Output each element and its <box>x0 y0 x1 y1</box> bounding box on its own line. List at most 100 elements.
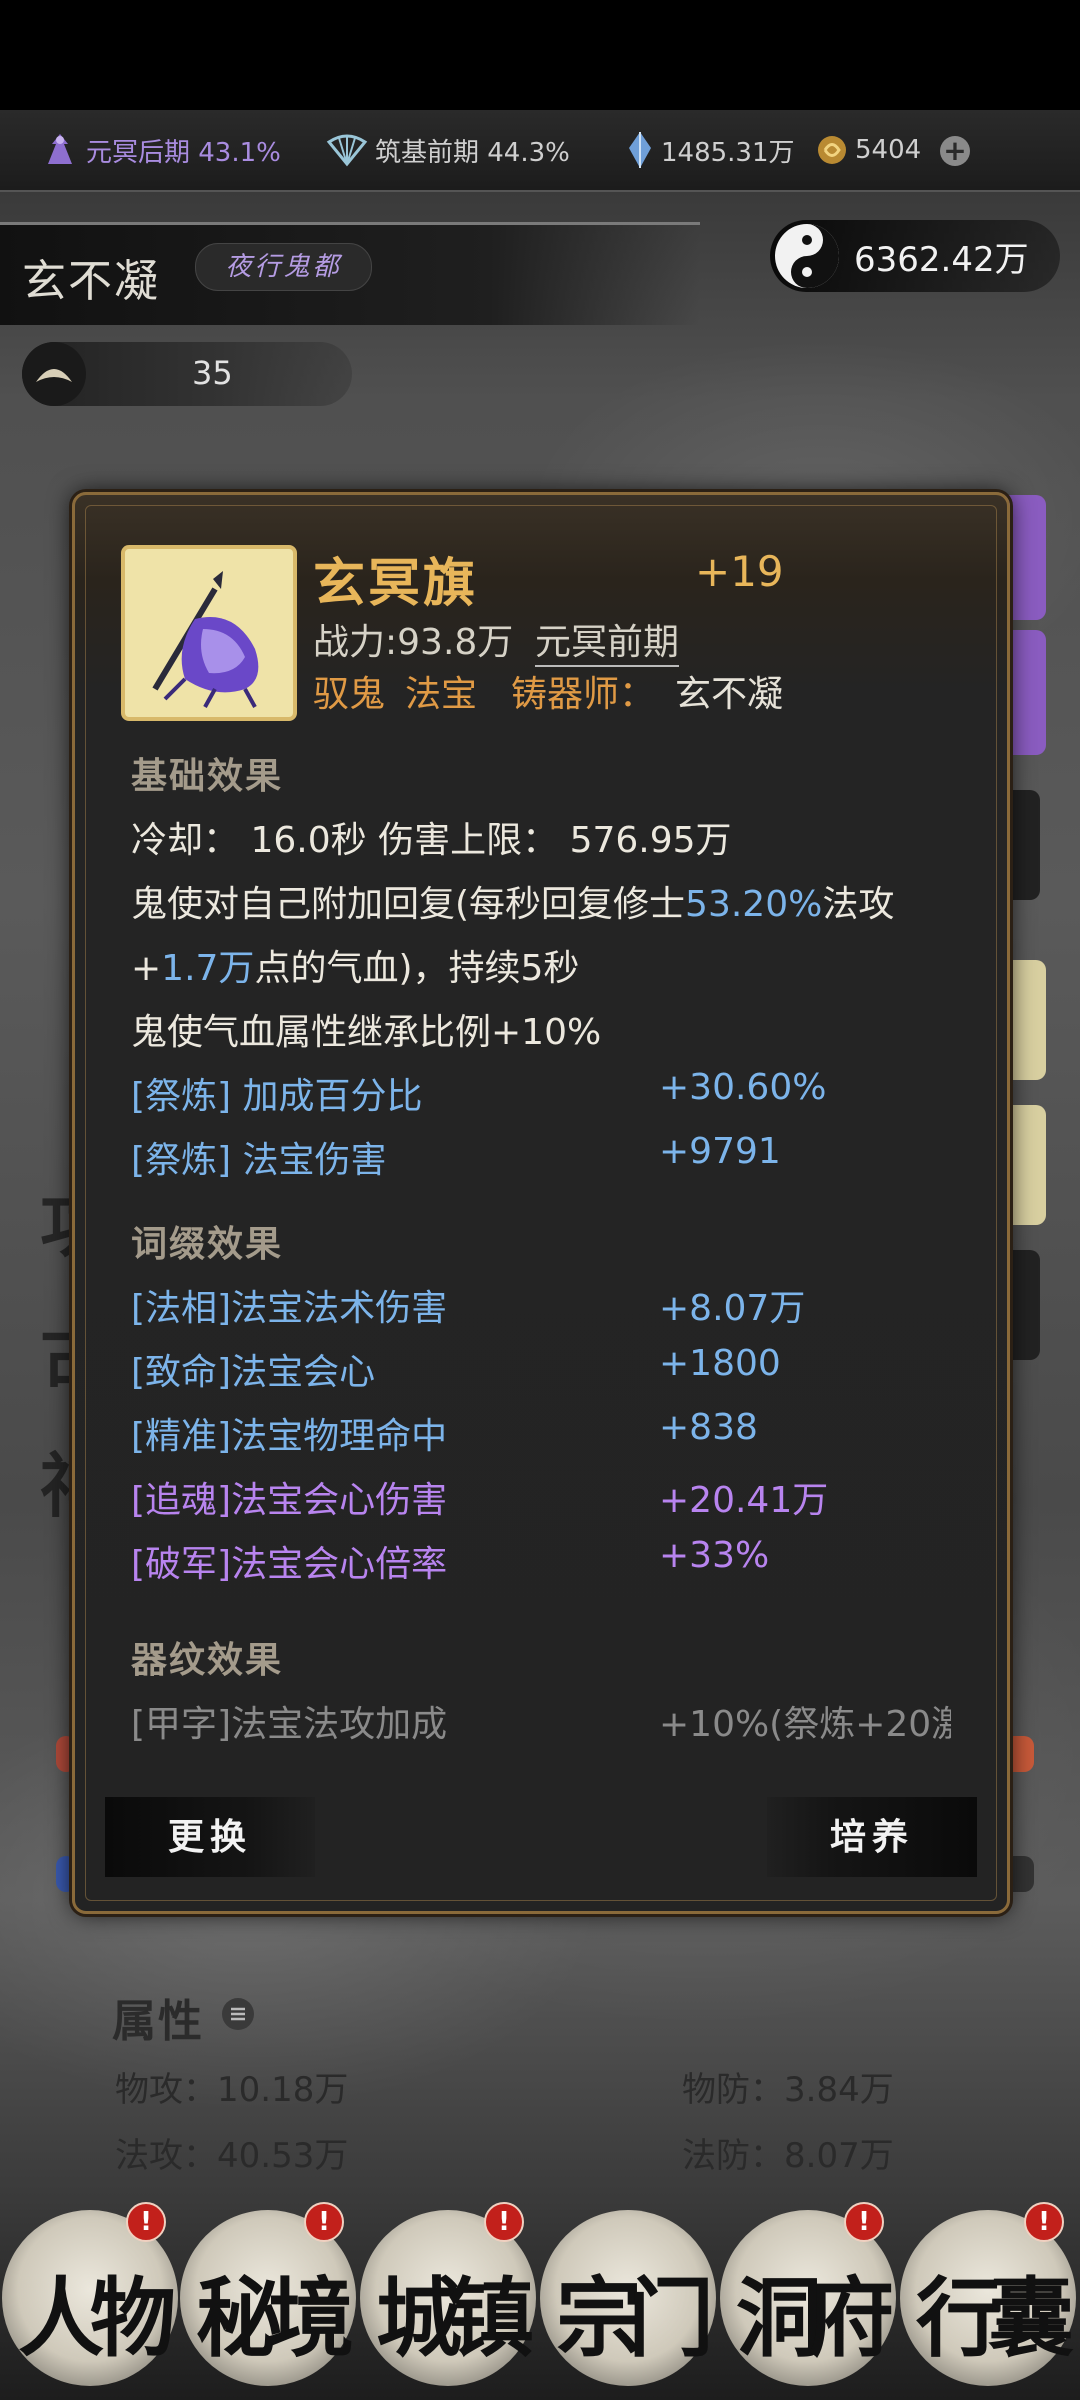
nav-label: 人物 <box>18 2268 176 2369</box>
affix-row: [致命]法宝会心 <box>131 1343 375 1395</box>
heal-desc-text: 法攻 <box>822 884 895 925</box>
pattern-effects-title: 器纹效果 <box>131 1640 284 1681</box>
bottom-navigation: 人物 ! 秘境 ! 城镇 ! 宗门 洞府 ! 行囊 ! <box>0 2200 1080 2400</box>
pattern-row: [甲字]法宝法攻加成 <box>131 1695 447 1747</box>
pattern-name: 法宝法攻加成 <box>231 1704 448 1745</box>
level-bar[interactable]: 35 <box>22 342 352 406</box>
notification-badge: ! <box>1024 2202 1064 2242</box>
item-name: 玄冥旗 <box>313 554 479 614</box>
pattern-tag: [甲字] <box>131 1704 232 1745</box>
character-name-strip: 玄不凝 夜行鬼都 <box>0 222 700 325</box>
affix-row: [追魂]法宝会心伤害 <box>131 1471 447 1523</box>
nav-secret-realm[interactable]: 秘境 ! <box>180 2202 356 2386</box>
heal-desc-text: + <box>131 948 162 989</box>
base-effects-title: 基础效果 <box>131 756 284 797</box>
cooldown-line: 冷却： 16.0秒 伤害上限： 576.95万 <box>131 811 732 863</box>
heal-desc-text: 鬼使对自己附加回复(每秒回复修士 <box>131 884 686 925</box>
foundation-realm-stat[interactable]: 筑基前期 44.3% <box>325 110 570 190</box>
affix-row: [法相]法宝法术伤害 <box>131 1279 447 1331</box>
refine-name: 法宝伤害 <box>242 1140 387 1181</box>
nav-label: 城镇 <box>376 2268 534 2369</box>
banner-icon <box>152 571 259 708</box>
level-value: 35 <box>192 354 233 392</box>
yin-yang-icon <box>775 224 839 288</box>
affix-tag: [致命] <box>131 1352 232 1393</box>
affix-tag: [破军] <box>131 1544 232 1585</box>
affix-row: [破军]法宝会心倍率 <box>131 1535 447 1587</box>
affix-name: 法宝法术伤害 <box>231 1288 448 1329</box>
add-currency-button[interactable]: + <box>940 136 970 166</box>
smith-name: 玄不凝 <box>675 674 784 715</box>
magic-attack: 法攻：40.53万 <box>115 2136 349 2176</box>
damage-cap-value: 576.95万 <box>569 820 732 861</box>
refine-row: [祭炼] 加成百分比 <box>131 1067 423 1119</box>
nav-label: 秘境 <box>196 2268 354 2369</box>
yin-yang-currency[interactable]: 6362.42万 <box>770 220 1060 292</box>
refine-value: +9791 <box>659 1131 781 1172</box>
inherit-line: 鬼使气血属性继承比例+10% <box>131 1012 602 1053</box>
refine-row: [祭炼] 法宝伤害 <box>131 1131 387 1183</box>
nav-character[interactable]: 人物 ! <box>2 2202 178 2386</box>
refine-tag: [祭炼] <box>131 1140 232 1181</box>
cultivate-button[interactable]: 培养 <box>767 1797 977 1877</box>
nav-label: 行囊 <box>916 2268 1074 2369</box>
affix-name: 法宝会心倍率 <box>231 1544 448 1585</box>
affix-name: 法宝物理命中 <box>231 1416 448 1457</box>
item-power: 战力:93.8万 <box>313 622 514 663</box>
item-enhance-level: +19 <box>695 547 784 596</box>
spirit-stone-text: 1485.31万 <box>661 137 795 168</box>
nav-sect[interactable]: 宗门 <box>540 2210 716 2386</box>
list-icon[interactable] <box>222 1998 254 2030</box>
item-detail-panel: 玄冥旗 +19 战力:93.8万 元冥前期 驭鬼 法宝 铸器师： 玄不凝 基础效… <box>72 492 1010 1914</box>
replace-button[interactable]: 更换 <box>105 1797 315 1877</box>
affix-name: 法宝会心伤害 <box>231 1480 448 1521</box>
fan-icon <box>326 134 368 167</box>
affix-value: +20.41万 <box>659 1480 829 1521</box>
sect-badge[interactable]: 夜行鬼都 <box>195 243 372 291</box>
pattern-value: +10%(祭炼+20激活) <box>659 1704 951 1745</box>
attributes-title: 属性 <box>112 1996 204 2047</box>
notification-badge: ! <box>304 2202 344 2242</box>
crystal-icon <box>629 132 651 168</box>
cultivation-realm-text: 元冥后期 43.1% <box>86 137 281 168</box>
heal-desc-flat: 1.7万 <box>161 948 255 989</box>
notification-badge: ! <box>844 2202 884 2242</box>
notification-badge: ! <box>126 2202 166 2242</box>
cultivator-icon <box>48 134 72 164</box>
damage-cap-label: 伤害上限： <box>378 820 559 861</box>
coin-stat[interactable]: 5404 <box>815 110 921 190</box>
affix-effects-title: 词缀效果 <box>131 1224 284 1265</box>
item-category-tag: 法宝 <box>405 674 478 715</box>
heal-desc-line-1: 鬼使对自己附加回复(每秒回复修士53.20%法攻 <box>131 875 894 927</box>
refine-value: +30.60% <box>659 1067 827 1108</box>
item-realm: 元冥前期 <box>535 613 680 667</box>
cultivation-realm-stat[interactable]: 元冥后期 43.1% <box>40 110 281 190</box>
level-emblem-icon <box>22 342 86 406</box>
spirit-stone-stat[interactable]: 1485.31万 <box>625 110 795 190</box>
effects-scroll-area[interactable]: 基础效果 冷却： 16.0秒 伤害上限： 576.95万 鬼使对自己附加回复(每… <box>131 735 951 1781</box>
affix-tag: [法相] <box>131 1288 232 1329</box>
cooldown-value: 16.0秒 <box>250 820 367 861</box>
yin-yang-currency-value: 6362.42万 <box>854 239 1029 280</box>
heal-desc-line-2: +1.7万点的气血)，持续5秒 <box>131 939 579 991</box>
affix-value: +8.07万 <box>659 1288 806 1329</box>
smith-label: 铸器师： <box>511 674 656 715</box>
notification-badge: ! <box>484 2202 524 2242</box>
top-status-bar: 元冥后期 43.1% 筑基前期 44.3% 1485.31万 5404 + <box>0 110 1080 192</box>
affix-value: +33% <box>659 1535 770 1576</box>
coin-text: 5404 <box>855 135 922 165</box>
physical-attack: 物攻：10.18万 <box>115 2070 349 2110</box>
nav-town[interactable]: 城镇 ! <box>360 2202 536 2386</box>
refine-name: 加成百分比 <box>242 1076 423 1117</box>
nav-cave-abode[interactable]: 洞府 ! <box>720 2202 896 2386</box>
affix-value: +1800 <box>659 1343 781 1384</box>
item-type-tag: 驭鬼 <box>313 674 386 715</box>
affix-name: 法宝会心 <box>231 1352 376 1393</box>
heal-desc-text: 点的气血)，持续5秒 <box>254 948 580 989</box>
nav-inventory[interactable]: 行囊 ! <box>900 2202 1076 2386</box>
affix-tag: [追魂] <box>131 1480 232 1521</box>
character-name: 玄不凝 <box>22 256 160 307</box>
heal-desc-pct: 53.20% <box>685 884 823 925</box>
cooldown-label: 冷却： <box>131 820 240 861</box>
item-icon <box>121 545 297 721</box>
